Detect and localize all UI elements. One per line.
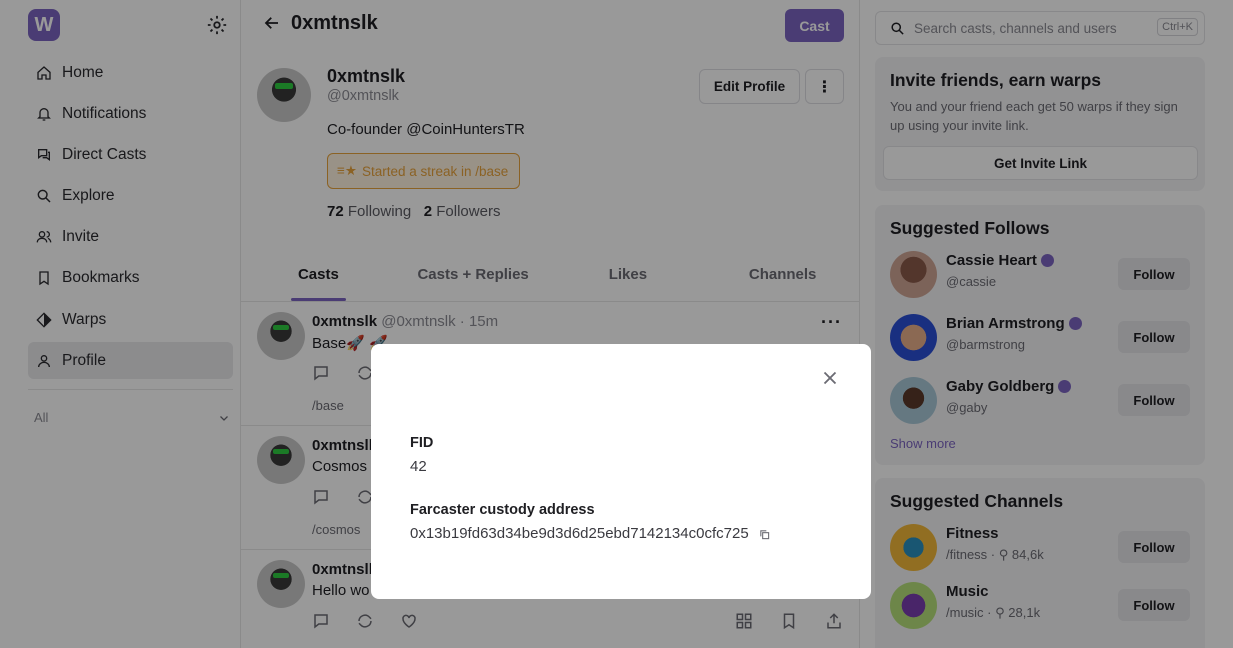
profile-info-modal: FID 42 Farcaster custody address 0x13b19… (371, 344, 871, 599)
custody-address-label: Farcaster custody address (410, 502, 595, 518)
copy-icon[interactable] (759, 529, 770, 540)
fid-label: FID (410, 435, 434, 451)
custody-address-row: 0x13b19fd63d34be9d3d6d25ebd7142134c0cfc7… (410, 525, 770, 542)
fid-value: 42 (410, 458, 427, 475)
custody-address-value[interactable]: 0x13b19fd63d34be9d3d6d25ebd7142134c0cfc7… (410, 525, 749, 542)
close-icon[interactable] (819, 367, 841, 389)
